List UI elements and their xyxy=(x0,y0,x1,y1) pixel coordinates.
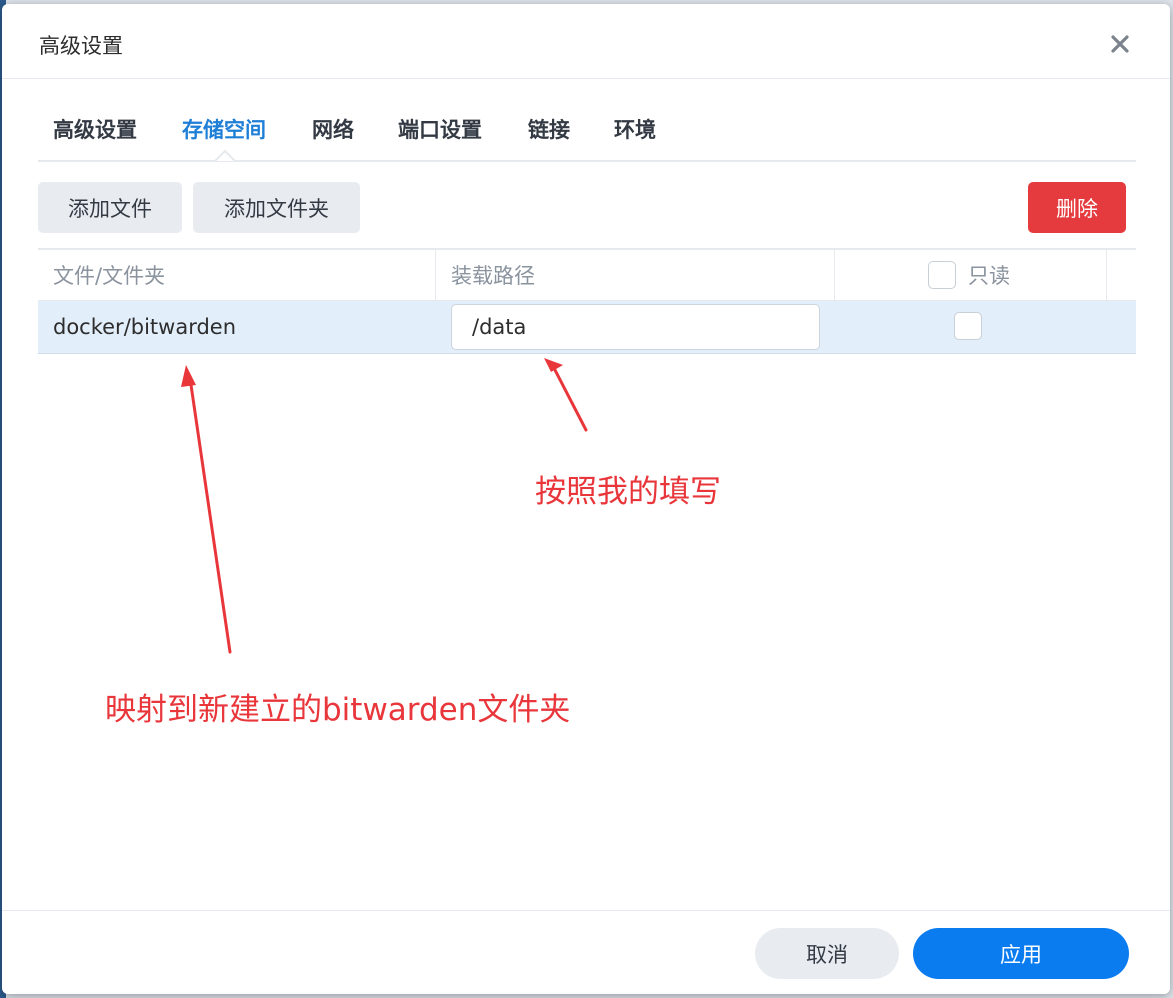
dialog-footer: 取消 应用 xyxy=(2,910,1170,994)
table-row[interactable]: docker/bitwarden xyxy=(38,301,1136,354)
active-tab-indicator xyxy=(215,149,235,162)
readonly-header-label: 只读 xyxy=(968,264,1010,288)
column-header-file-folder: 文件/文件夹 xyxy=(53,264,166,288)
dialog-title: 高级设置 xyxy=(39,34,123,58)
annotation-fill-hint: 按照我的填写 xyxy=(535,474,721,510)
delete-button[interactable]: 删除 xyxy=(1028,182,1126,233)
dialog-titlebar: 高级设置 xyxy=(2,4,1170,79)
readonly-select-all-checkbox[interactable] xyxy=(928,261,956,289)
column-divider xyxy=(834,250,835,300)
close-icon xyxy=(1111,35,1129,53)
cancel-button[interactable]: 取消 xyxy=(755,928,899,979)
mount-path-input[interactable] xyxy=(451,304,820,350)
tab-bar: 高级设置 存储空间 网络 端口设置 链接 环境 xyxy=(38,100,1136,162)
file-folder-cell: docker/bitwarden xyxy=(53,315,237,339)
tab-network[interactable]: 网络 xyxy=(312,114,354,144)
tab-advanced-settings[interactable]: 高级设置 xyxy=(53,114,137,144)
column-header-mount-path: 装载路径 xyxy=(451,264,535,288)
close-button[interactable] xyxy=(1102,26,1138,62)
tab-port-settings[interactable]: 端口设置 xyxy=(398,114,482,144)
tab-links[interactable]: 链接 xyxy=(528,114,570,144)
advanced-settings-dialog: 高级设置 高级设置 存储空间 网络 端口设置 链接 环境 添加文件 添加文件夹 … xyxy=(2,4,1170,994)
tab-storage[interactable]: 存储空间 xyxy=(182,114,266,144)
readonly-checkbox[interactable] xyxy=(954,312,982,340)
column-divider xyxy=(435,250,436,300)
column-header-readonly: 只读 xyxy=(928,250,1010,300)
table-header: 文件/文件夹 装载路径 只读 xyxy=(38,248,1136,301)
add-folder-button[interactable]: 添加文件夹 xyxy=(193,182,360,233)
add-file-button[interactable]: 添加文件 xyxy=(38,182,182,233)
annotation-map-hint: 映射到新建立的bitwarden文件夹 xyxy=(105,692,571,728)
apply-button[interactable]: 应用 xyxy=(913,928,1129,979)
volume-table: 文件/文件夹 装载路径 只读 docker/bitwarden xyxy=(38,248,1136,354)
tab-environment[interactable]: 环境 xyxy=(614,114,656,144)
column-divider xyxy=(1106,250,1107,300)
